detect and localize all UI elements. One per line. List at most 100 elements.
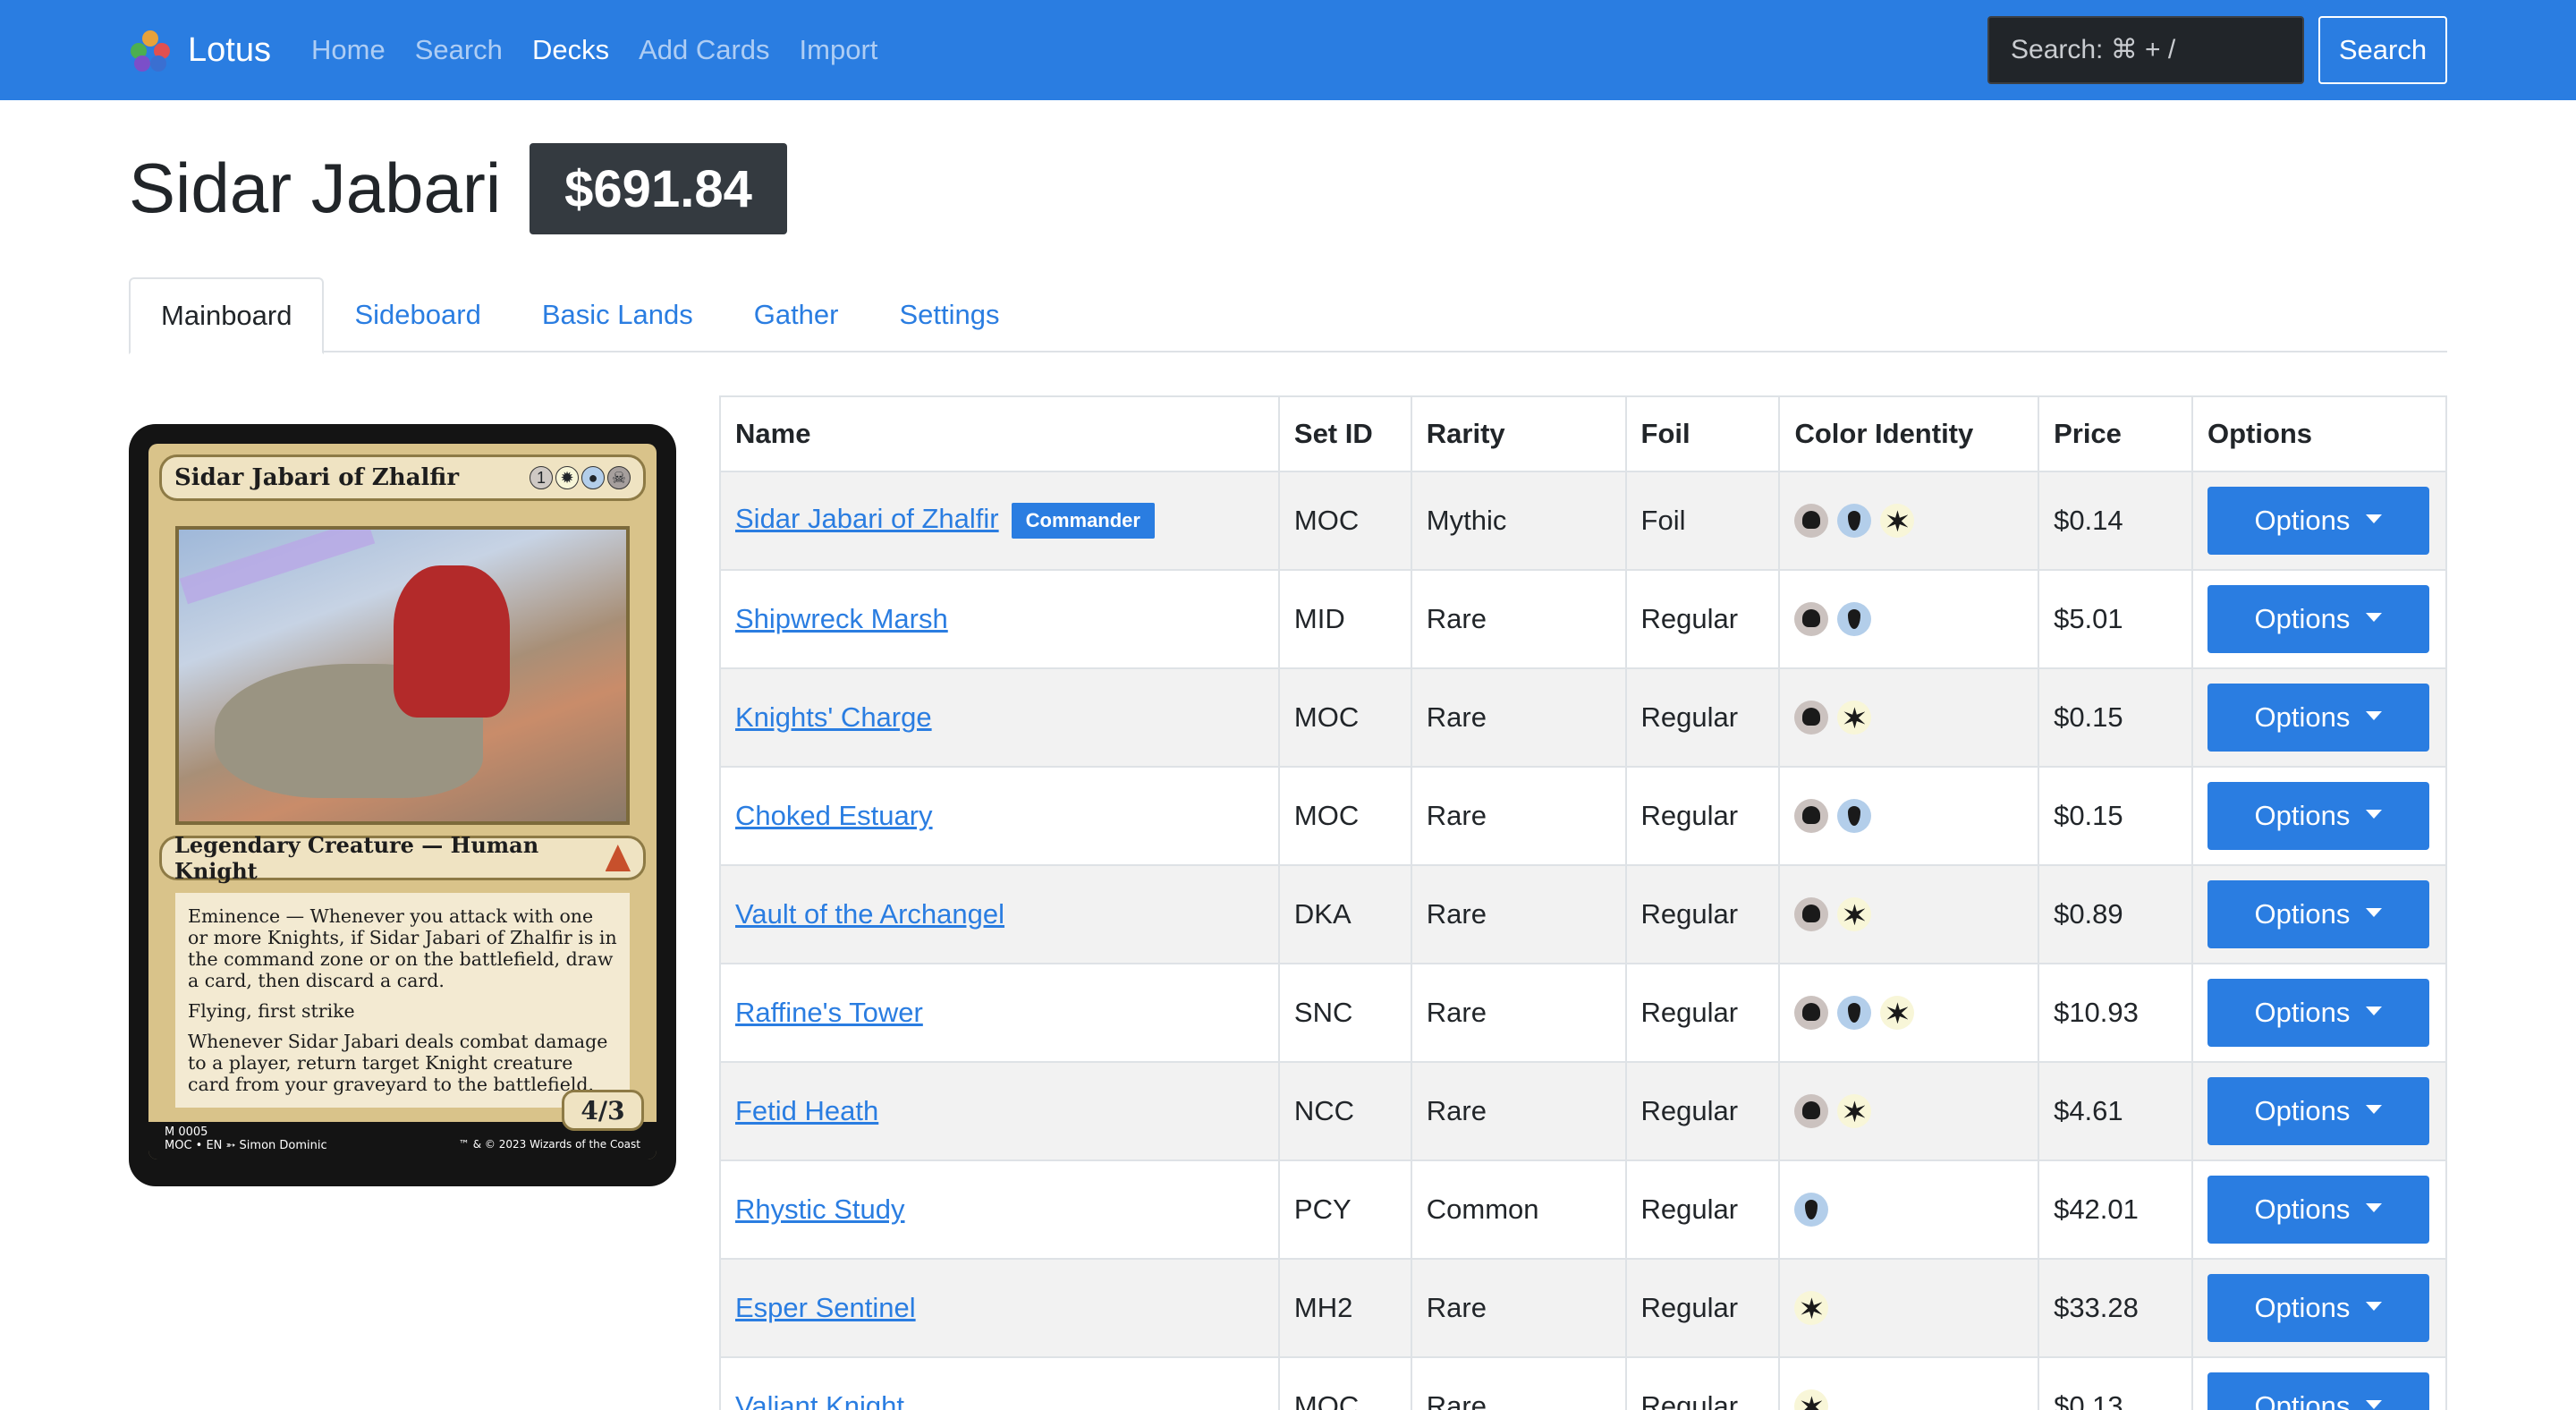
card-name-link[interactable]: Choked Estuary bbox=[735, 800, 933, 831]
white-mana-icon bbox=[1794, 1389, 1829, 1410]
table-row: Rhystic Study PCY Common Regular $42.01 Optio… bbox=[719, 1159, 2448, 1260]
options-dropdown-button[interactable]: Options bbox=[2207, 1077, 2429, 1145]
tab-settings[interactable]: Settings bbox=[869, 277, 1030, 352]
card-name-link[interactable]: Knights' Charge bbox=[735, 701, 932, 733]
cell-rarity: Rare bbox=[1410, 1356, 1627, 1410]
nav-link-import[interactable]: Import bbox=[800, 34, 878, 66]
cell-name: Sidar Jabari of Zhalfir Commander bbox=[719, 471, 1280, 571]
card-name-link[interactable]: Shipwreck Marsh bbox=[735, 603, 948, 634]
cell-rarity: Mythic bbox=[1410, 471, 1627, 571]
cell-rarity: Rare bbox=[1410, 864, 1627, 964]
nav-link-search[interactable]: Search bbox=[415, 34, 503, 66]
cell-price: $33.28 bbox=[2038, 1258, 2193, 1358]
white-mana-icon bbox=[1837, 701, 1872, 735]
cell-name: Fetid Heath bbox=[719, 1061, 1280, 1161]
table-row: Knights' Charge MOC Rare Regular $0.15 Option… bbox=[719, 667, 2448, 768]
options-dropdown-button[interactable]: Options bbox=[2207, 1274, 2429, 1342]
caret-down-icon bbox=[2366, 1007, 2383, 1015]
search-input[interactable] bbox=[1987, 16, 2304, 84]
cell-color-identity bbox=[1778, 1159, 2040, 1260]
card-name-link[interactable]: Vault of the Archangel bbox=[735, 898, 1004, 930]
rules-paragraph: Whenever Sidar Jabari deals combat damag… bbox=[188, 1031, 608, 1095]
card-name: Sidar Jabari of Zhalfir bbox=[174, 464, 460, 491]
card-name-link[interactable]: Esper Sentinel bbox=[735, 1292, 916, 1323]
cell-set-id: MOC bbox=[1277, 667, 1412, 768]
cell-name: Raffine's Tower bbox=[719, 963, 1280, 1063]
black-mana-icon bbox=[1794, 504, 1829, 539]
options-dropdown-button[interactable]: Options bbox=[2207, 880, 2429, 948]
blue-mana-icon bbox=[1794, 1193, 1829, 1227]
tab-mainboard[interactable]: Mainboard bbox=[129, 277, 325, 354]
caret-down-icon bbox=[2366, 1400, 2383, 1409]
nav-link-add-cards[interactable]: Add Cards bbox=[639, 34, 769, 66]
white-mana-icon bbox=[1794, 1291, 1829, 1326]
table-row: Fetid Heath NCC Rare Regular $4.61 Options bbox=[719, 1061, 2448, 1161]
card-name-link[interactable]: Valiant Knight bbox=[735, 1390, 904, 1410]
cell-price: $4.61 bbox=[2038, 1061, 2193, 1161]
mana-symbol-u-icon: ● bbox=[581, 466, 605, 489]
card-name-link[interactable]: Rhystic Study bbox=[735, 1193, 905, 1225]
tab-sideboard[interactable]: Sideboard bbox=[324, 277, 511, 352]
options-dropdown-button[interactable]: Options bbox=[2207, 782, 2429, 850]
options-dropdown-button[interactable]: Options bbox=[2207, 1176, 2429, 1244]
options-dropdown-button[interactable]: Options bbox=[2207, 684, 2429, 752]
cell-options: Options bbox=[2190, 1159, 2448, 1260]
mana-cost: 1 ✹ ● ☠ bbox=[530, 466, 631, 489]
brand[interactable]: Lotus bbox=[129, 25, 271, 75]
brand-name: Lotus bbox=[188, 30, 271, 69]
card-name-link[interactable]: Fetid Heath bbox=[735, 1095, 878, 1126]
options-label: Options bbox=[2254, 898, 2351, 930]
lotus-logo-icon bbox=[129, 29, 172, 72]
cell-set-id: MOC bbox=[1277, 766, 1412, 866]
blue-mana-icon bbox=[1837, 602, 1872, 637]
cell-set-id: MID bbox=[1277, 569, 1412, 669]
cell-foil: Regular bbox=[1624, 1258, 1781, 1358]
search-button[interactable]: Search bbox=[2318, 16, 2447, 84]
options-dropdown-button[interactable]: Options bbox=[2207, 1372, 2429, 1410]
cell-set-id: MOC bbox=[1277, 471, 1412, 571]
cell-color-identity bbox=[1778, 864, 2040, 964]
cell-color-identity bbox=[1778, 1061, 2040, 1161]
card-frame: Sidar Jabari of Zhalfir 1 ✹ ● ☠ Legendary C… bbox=[148, 444, 657, 1159]
card-name-link[interactable]: Sidar Jabari of Zhalfir bbox=[735, 503, 999, 534]
tab-basic-lands[interactable]: Basic Lands bbox=[512, 277, 724, 352]
white-mana-icon bbox=[1837, 897, 1872, 932]
deck-title: Sidar Jabari bbox=[129, 149, 502, 227]
column-header-color-identity: Color Identity bbox=[1778, 395, 2040, 472]
mana-symbol-w-icon: ✹ bbox=[555, 466, 579, 489]
white-mana-icon bbox=[1880, 996, 1915, 1031]
cell-color-identity bbox=[1778, 766, 2040, 866]
options-label: Options bbox=[2254, 1292, 2351, 1323]
art-knight bbox=[394, 565, 510, 718]
table-row: Shipwreck Marsh MID Rare Regular $5.01 Option… bbox=[719, 569, 2448, 669]
nav-link-decks[interactable]: Decks bbox=[532, 34, 609, 66]
table-row: Vault of the Archangel DKA Rare Regular $0.8… bbox=[719, 864, 2448, 964]
column-header-price: Price bbox=[2038, 395, 2193, 472]
cell-color-identity bbox=[1778, 569, 2040, 669]
cell-price: $0.15 bbox=[2038, 766, 2193, 866]
commander-badge: Commander bbox=[1011, 503, 1155, 539]
cell-price: $10.93 bbox=[2038, 963, 2193, 1063]
column-header-options: Options bbox=[2190, 395, 2448, 472]
card-name-link[interactable]: Raffine's Tower bbox=[735, 997, 923, 1028]
tab-gather[interactable]: Gather bbox=[724, 277, 869, 352]
cell-price: $0.14 bbox=[2038, 471, 2193, 571]
deck-tabs: Mainboard Sideboard Basic Lands Gather Setti… bbox=[129, 277, 2447, 354]
nav-link-home[interactable]: Home bbox=[311, 34, 386, 66]
options-dropdown-button[interactable]: Options bbox=[2207, 487, 2429, 555]
card-preview-image: Sidar Jabari of Zhalfir 1 ✹ ● ☠ Legendary C… bbox=[129, 424, 676, 1186]
table-body: Sidar Jabari of Zhalfir Commander MOC Mythi… bbox=[719, 471, 2448, 1410]
options-dropdown-button[interactable]: Options bbox=[2207, 585, 2429, 653]
cell-options: Options bbox=[2190, 864, 2448, 964]
options-dropdown-button[interactable]: Options bbox=[2207, 979, 2429, 1047]
options-label: Options bbox=[2254, 1193, 2351, 1225]
deck-table: Name Set ID Rarity Foil Color Identity Price O… bbox=[719, 395, 2448, 1410]
cell-rarity: Rare bbox=[1410, 1258, 1627, 1358]
cell-color-identity bbox=[1778, 667, 2040, 768]
cell-rarity: Rare bbox=[1410, 667, 1627, 768]
cell-rarity: Rare bbox=[1410, 766, 1627, 866]
options-label: Options bbox=[2254, 701, 2351, 733]
blue-mana-icon bbox=[1837, 996, 1872, 1031]
collector-info: M 0005 MOC • EN ➳ Simon Dominic bbox=[161, 1124, 331, 1154]
options-label: Options bbox=[2254, 800, 2351, 831]
